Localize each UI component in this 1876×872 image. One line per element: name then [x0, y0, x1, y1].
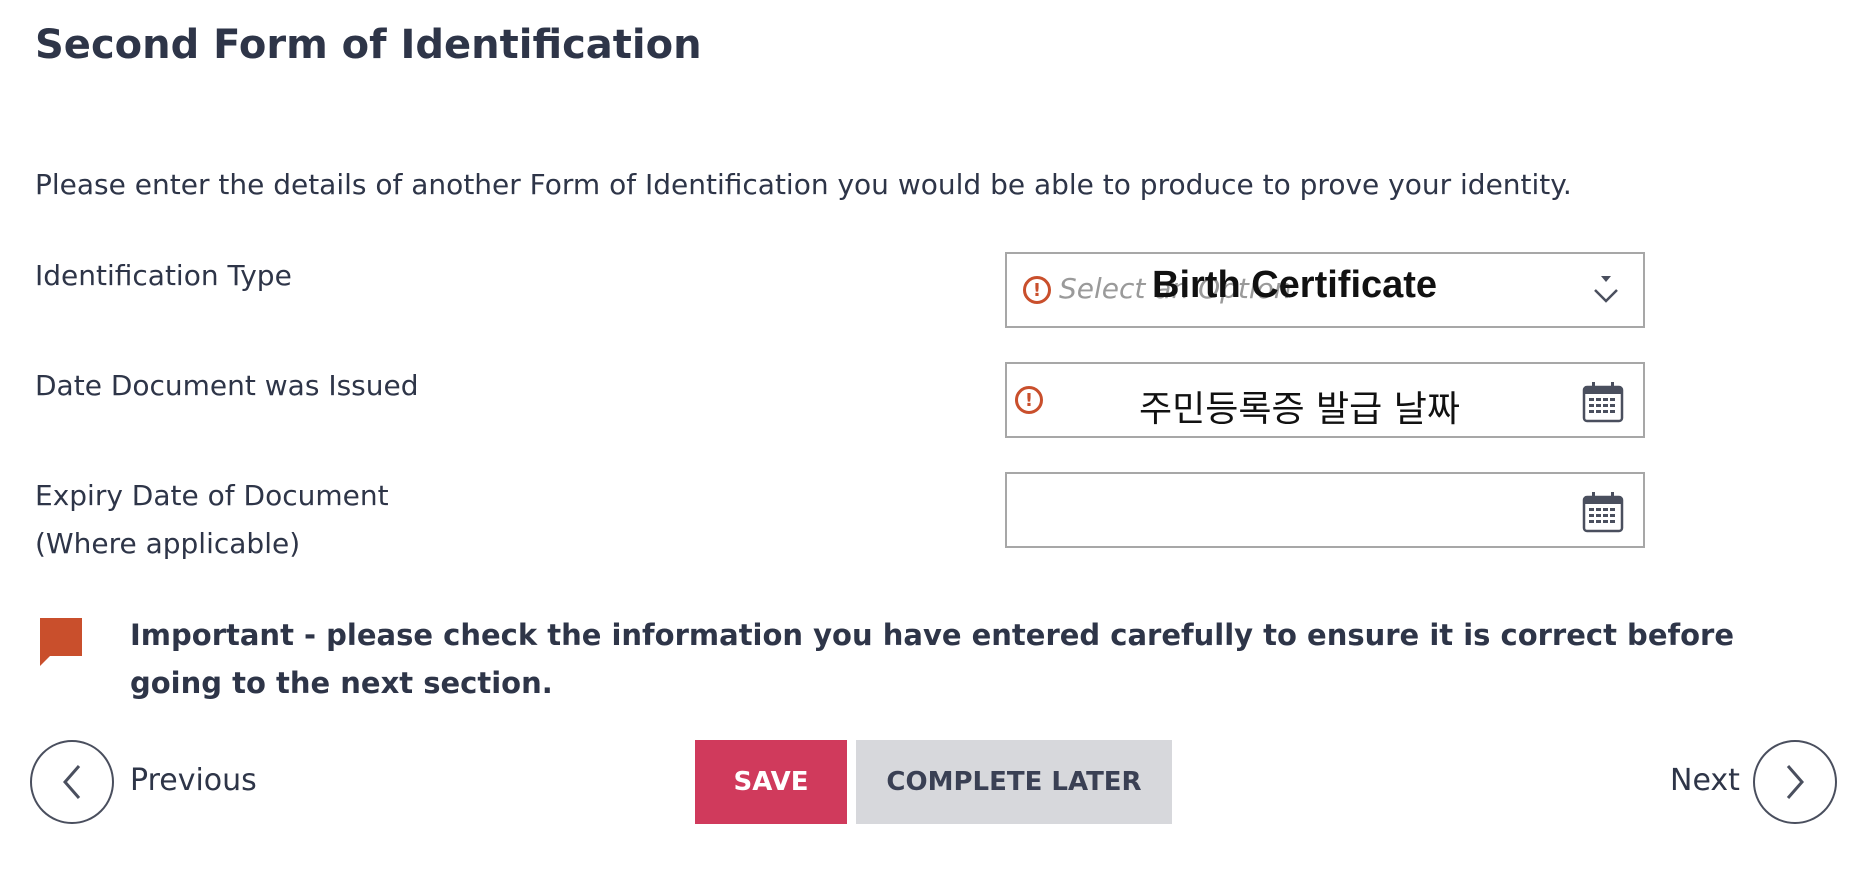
calendar-icon[interactable] — [1581, 490, 1625, 534]
next-button[interactable] — [1753, 740, 1837, 824]
complete-later-button[interactable]: COMPLETE LATER — [856, 740, 1172, 824]
error-icon: ! — [1023, 276, 1051, 304]
expiry-date-label: Expiry Date of Document (Where applicabl… — [35, 472, 389, 568]
date-issued-input[interactable]: ! 주민등록증 발급 날짜 — [1005, 362, 1645, 438]
chevron-left-icon — [63, 765, 81, 799]
chevron-down-icon — [1594, 276, 1618, 303]
identification-type-label: Identification Type — [35, 259, 292, 292]
chevron-right-icon — [1786, 765, 1804, 799]
expiry-date-label-line2: (Where applicable) — [35, 527, 301, 560]
date-issued-label: Date Document was Issued — [35, 369, 419, 402]
important-notice: Important - please check the information… — [130, 618, 1734, 700]
identification-type-select[interactable]: ! Select an Option Birth Certificate — [1005, 252, 1645, 328]
page-title: Second Form of Identification — [35, 22, 702, 68]
expiry-date-input[interactable] — [1005, 472, 1645, 548]
previous-button[interactable] — [30, 740, 114, 824]
previous-label[interactable]: Previous — [130, 763, 257, 798]
expiry-date-label-line1: Expiry Date of Document — [35, 479, 389, 512]
error-icon: ! — [1015, 386, 1043, 414]
date-issued-value: 주민등록증 발급 날짜 — [1139, 389, 1460, 430]
identification-type-value: Birth Certificate — [1152, 264, 1438, 306]
intro-text: Please enter the details of another Form… — [35, 168, 1572, 201]
calendar-icon[interactable] — [1581, 380, 1625, 424]
next-label[interactable]: Next — [1670, 763, 1740, 798]
speech-flag-icon — [40, 618, 82, 666]
save-button[interactable]: SAVE — [695, 740, 847, 824]
